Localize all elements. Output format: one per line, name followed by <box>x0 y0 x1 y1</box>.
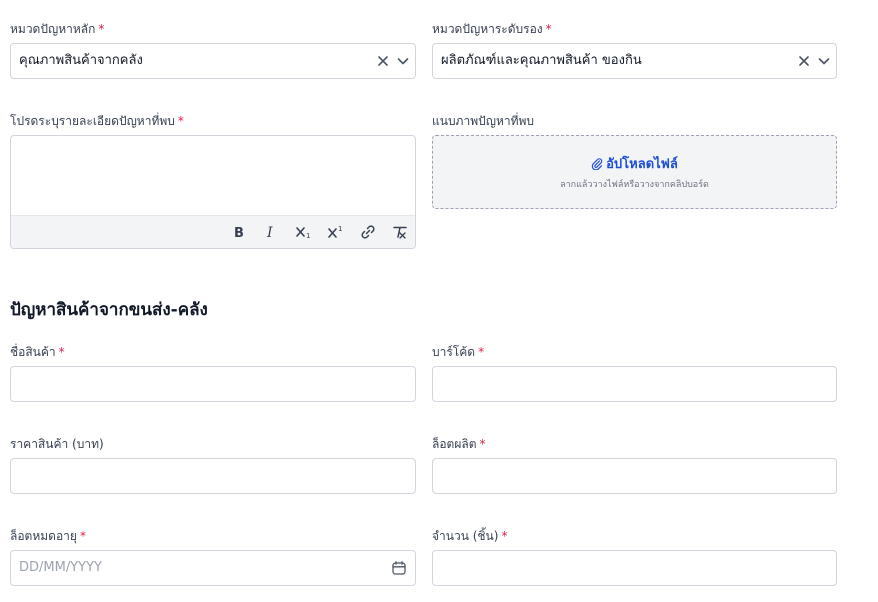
chevron-down-icon[interactable] <box>816 53 832 69</box>
svg-text:B: B <box>234 226 244 241</box>
required-mark: * <box>177 114 184 128</box>
file-upload-dropzone[interactable]: อัปโหลดไฟล์ ลากแล้ววางไฟล์หรือวางจากคลิป… <box>432 135 837 209</box>
sub-category-value: ผลิตภัณฑ์และคุณภาพสินค้า ของกิน <box>441 53 642 68</box>
quantity-label: จำนวน (ชิ้น) * <box>432 529 508 543</box>
link-icon[interactable] <box>359 223 377 241</box>
quantity-input[interactable] <box>432 550 837 586</box>
required-mark: * <box>58 345 65 359</box>
required-mark: * <box>479 437 486 451</box>
bold-icon[interactable]: B <box>230 223 248 241</box>
upload-label: อัปโหลดไฟล์ <box>606 157 678 172</box>
sub-category-label: หมวดปัญหาระดับรอง * <box>432 22 552 36</box>
required-mark: * <box>79 529 86 543</box>
required-mark: * <box>501 529 508 543</box>
barcode-input[interactable] <box>432 366 837 402</box>
main-category-label: หมวดปัญหาหลัก * <box>10 22 105 36</box>
paperclip-icon <box>591 157 603 174</box>
required-mark: * <box>478 345 485 359</box>
details-editor: B I 1 1 <box>10 135 416 249</box>
details-textarea[interactable] <box>11 136 415 217</box>
details-label: โปรดระบุรายละเอียดปัญหาที่พบ * <box>10 114 184 128</box>
expiry-placeholder: DD/MM/YYYY <box>19 560 102 575</box>
sub-category-select[interactable]: ผลิตภัณฑ์และคุณภาพสินค้า ของกิน <box>432 43 837 79</box>
svg-text:I: I <box>266 225 273 241</box>
expiry-date-input[interactable]: DD/MM/YYYY <box>10 550 416 586</box>
product-name-label: ชื่อสินค้า * <box>10 345 65 359</box>
chevron-down-icon[interactable] <box>395 53 411 69</box>
upload-hint: ลากแล้ววางไฟล์หรือวางจากคลิปบอร์ด <box>560 180 709 190</box>
clear-format-icon[interactable] <box>391 223 409 241</box>
close-icon[interactable] <box>796 53 812 69</box>
required-mark: * <box>545 22 552 36</box>
calendar-icon[interactable] <box>391 560 407 576</box>
main-category-select[interactable]: คุณภาพสินค้าจากคลัง <box>10 43 416 79</box>
barcode-label: บาร์โค้ด * <box>432 345 485 359</box>
price-input[interactable] <box>10 458 416 494</box>
expiry-label: ล็อตหมดอายุ * <box>10 529 86 543</box>
close-icon[interactable] <box>375 53 391 69</box>
italic-icon[interactable]: I <box>262 223 280 241</box>
upload-button[interactable]: อัปโหลดไฟล์ <box>433 153 836 174</box>
subscript-icon[interactable]: 1 <box>295 223 313 241</box>
svg-text:1: 1 <box>306 232 310 240</box>
svg-text:1: 1 <box>338 225 342 233</box>
required-mark: * <box>98 22 105 36</box>
editor-toolbar: B I 1 1 <box>11 215 415 248</box>
price-label: ราคาสินค้า (บาท) <box>10 437 104 451</box>
attachment-label: แนบภาพปัญหาที่พบ <box>432 114 535 128</box>
lot-input[interactable] <box>432 458 837 494</box>
superscript-icon[interactable]: 1 <box>327 223 345 241</box>
lot-label: ล็อตผลิต * <box>432 437 486 451</box>
main-category-value: คุณภาพสินค้าจากคลัง <box>19 53 143 68</box>
section-title: ปัญหาสินค้าจากขนส่ง-คลัง <box>10 300 208 320</box>
product-name-input[interactable] <box>10 366 416 402</box>
